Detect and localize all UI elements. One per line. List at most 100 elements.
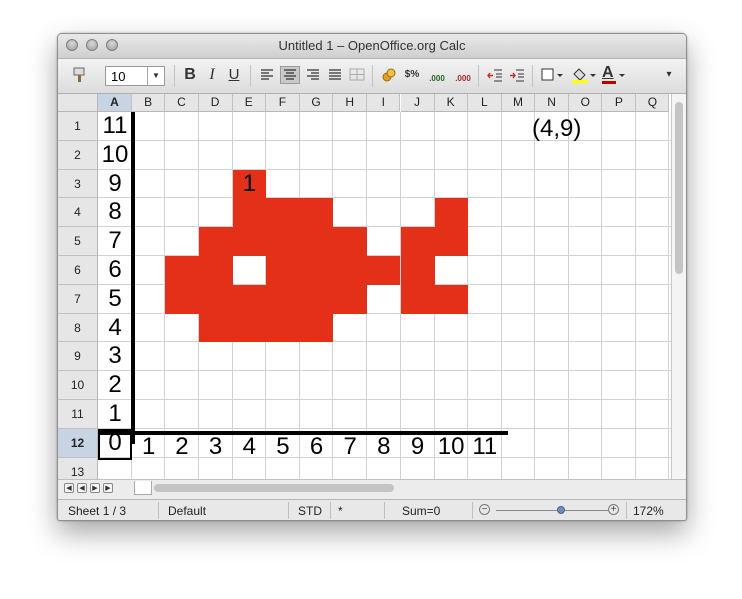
zoom-out-icon[interactable]: −	[479, 504, 490, 515]
decrease-indent-icon[interactable]	[486, 66, 504, 84]
row-header-6[interactable]: 6	[58, 256, 98, 285]
filled-cell-j5[interactable]	[400, 227, 435, 256]
row-header-2[interactable]: 2	[58, 140, 98, 170]
row-header-5[interactable]: 5	[58, 227, 98, 256]
x-axis-label[interactable]: 7	[333, 432, 367, 461]
filled-cell-f4[interactable]	[265, 198, 300, 228]
selection-mode[interactable]: STD	[298, 504, 322, 518]
x-axis-label[interactable]: 9	[401, 432, 435, 461]
justify-icon[interactable]	[326, 66, 344, 84]
filled-cell-k5[interactable]	[434, 227, 468, 256]
chevron-down-icon[interactable]: ▼	[147, 67, 164, 85]
horizontal-scroll-thumb[interactable]	[154, 484, 394, 492]
filled-cell-g8[interactable]	[299, 313, 334, 343]
y-axis-label[interactable]: 1	[98, 400, 132, 429]
column-header-n[interactable]: N	[535, 94, 570, 112]
filled-cell-c7[interactable]	[165, 284, 199, 314]
y-axis-label[interactable]: 7	[98, 227, 132, 256]
x-axis-label[interactable]: 10	[435, 432, 468, 461]
x-axis-label[interactable]: 4	[233, 432, 266, 461]
x-axis-label[interactable]: 5	[266, 432, 300, 461]
currency-icon[interactable]	[380, 66, 398, 84]
filled-cell-g5[interactable]	[299, 227, 334, 256]
align-right-icon[interactable]	[304, 66, 322, 84]
previous-sheet-icon[interactable]: ◀	[77, 483, 87, 493]
first-sheet-icon[interactable]: ◀	[64, 483, 74, 493]
column-header-l[interactable]: L	[467, 94, 502, 112]
sum-display[interactable]: Sum=0	[402, 504, 440, 518]
page-style[interactable]: Default	[168, 504, 206, 518]
column-header-a[interactable]: A	[98, 94, 132, 112]
filled-cell-g6[interactable]	[299, 256, 334, 285]
select-all-corner[interactable]	[58, 94, 98, 112]
filled-cell-k7[interactable]	[434, 284, 468, 314]
column-header-m[interactable]: M	[501, 94, 536, 112]
delete-decimal-icon[interactable]: .000	[452, 66, 474, 84]
row-header-1[interactable]: 1	[58, 112, 98, 141]
filled-cell-h6[interactable]	[333, 256, 368, 285]
row-header-10[interactable]: 10	[58, 371, 98, 400]
filled-cell-f8[interactable]	[265, 313, 300, 343]
row-header-11[interactable]: 11	[58, 400, 98, 429]
font-size-combobox[interactable]: 10 ▼	[105, 66, 165, 86]
row-header-12[interactable]: 12	[58, 428, 98, 458]
background-color-icon[interactable]	[570, 66, 596, 84]
filled-cell-d6[interactable]	[198, 256, 233, 285]
column-header-j[interactable]: J	[400, 94, 435, 112]
filled-cell-e5[interactable]	[232, 227, 266, 256]
column-header-o[interactable]: O	[569, 94, 603, 112]
bold-icon[interactable]: B	[182, 66, 198, 84]
last-sheet-icon[interactable]: ▶	[103, 483, 113, 493]
merge-cells-icon[interactable]	[348, 66, 366, 84]
y-axis-label[interactable]: 11	[98, 112, 132, 141]
filled-cell-f6[interactable]	[265, 256, 300, 285]
borders-icon[interactable]	[540, 66, 564, 84]
zoom-slider[interactable]	[496, 510, 608, 511]
column-header-e[interactable]: E	[232, 94, 266, 112]
filled-cell-i6[interactable]	[367, 256, 401, 285]
row-header-4[interactable]: 4	[58, 198, 98, 228]
y-axis-label[interactable]: 5	[98, 285, 132, 314]
filled-cell-f7[interactable]	[265, 284, 300, 314]
x-axis-label[interactable]: 3	[199, 432, 233, 461]
filled-cell-f5[interactable]	[265, 227, 300, 256]
underline-icon[interactable]: U	[226, 66, 242, 84]
filled-cell-d8[interactable]	[198, 313, 233, 343]
filled-cell-h7[interactable]	[333, 284, 368, 314]
x-axis-label[interactable]: 2	[165, 432, 198, 461]
vertical-scroll-thumb[interactable]	[675, 102, 683, 274]
filled-cell-h5[interactable]	[333, 227, 368, 256]
spreadsheet-grid[interactable]: A B C D E F G H I J K L M N O P Q 1 2 3 4 5 6 7 8 9 10 11 12 13 1 11 10 9…	[58, 94, 671, 479]
column-header-g[interactable]: G	[299, 94, 334, 112]
column-header-q[interactable]: Q	[636, 94, 670, 112]
filled-cell-e4[interactable]	[232, 198, 266, 228]
zoom-level[interactable]: 172%	[633, 504, 664, 518]
row-header-13[interactable]: 13	[58, 457, 98, 479]
row-header-8[interactable]: 8	[58, 313, 98, 343]
x-axis-label[interactable]: 8	[367, 432, 400, 461]
column-header-b[interactable]: B	[132, 94, 166, 112]
add-decimal-icon[interactable]: .000	[426, 66, 448, 84]
x-axis-label[interactable]: 6	[300, 432, 333, 461]
column-header-f[interactable]: F	[265, 94, 300, 112]
column-header-h[interactable]: H	[333, 94, 368, 112]
filled-cell-g4[interactable]	[299, 198, 334, 228]
paintbrush-icon[interactable]	[72, 66, 88, 84]
column-header-k[interactable]: K	[434, 94, 468, 112]
y-axis-label[interactable]: 8	[98, 198, 132, 227]
column-header-p[interactable]: P	[602, 94, 637, 112]
filled-cell-d7[interactable]	[198, 284, 233, 314]
sheet-indicator[interactable]: Sheet 1 / 3	[68, 504, 126, 518]
y-axis-label[interactable]: 6	[98, 256, 132, 285]
align-left-icon[interactable]	[258, 66, 276, 84]
y-axis-label[interactable]: 2	[98, 371, 132, 400]
filled-cell-d5[interactable]	[198, 227, 233, 256]
y-axis-label[interactable]: 4	[98, 314, 132, 343]
filled-cell-g7[interactable]	[299, 284, 334, 314]
column-header-d[interactable]: D	[198, 94, 233, 112]
sheet-tab[interactable]	[134, 481, 152, 495]
filled-cell-e7[interactable]	[232, 284, 266, 314]
zoom-slider-knob[interactable]	[557, 506, 565, 514]
filled-cell-c6[interactable]	[165, 256, 199, 285]
next-sheet-icon[interactable]: ▶	[90, 483, 100, 493]
